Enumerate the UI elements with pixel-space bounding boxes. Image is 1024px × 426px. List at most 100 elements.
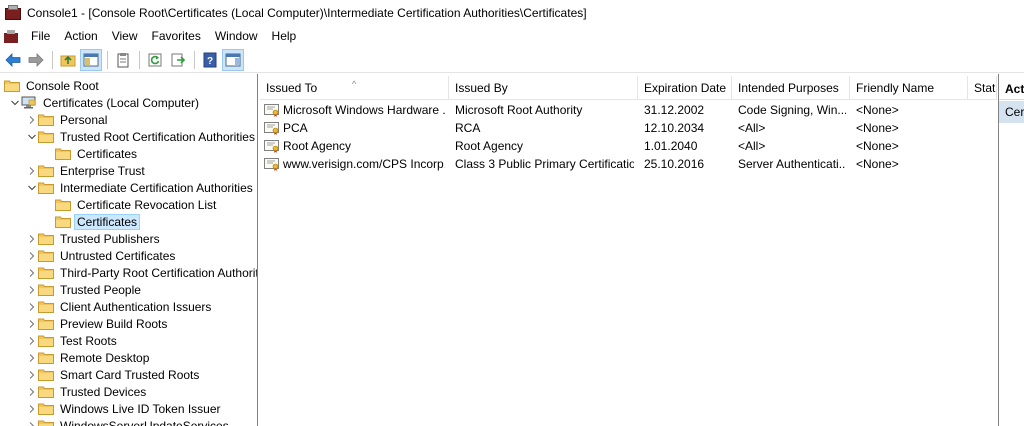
refresh-button[interactable] [144, 49, 166, 71]
chevron-right-icon[interactable] [26, 301, 38, 313]
window-title: Console1 - [Console Root\Certificates (L… [27, 6, 587, 20]
menu-favorites[interactable]: Favorites [145, 26, 208, 47]
tree-item-trusted-publishers[interactable]: Trusted Publishers [26, 230, 162, 247]
toolbar-separator [194, 50, 195, 69]
chevron-down-icon[interactable] [9, 97, 21, 109]
column-header-label: Intended Purposes [738, 81, 839, 95]
cell-text: Code Signing, Win... [738, 103, 846, 117]
console-tree: Console Root Certificates (Local Computer… [0, 74, 258, 426]
tree-item-label: Certificates [77, 146, 138, 161]
toolbar-separator [52, 50, 53, 69]
column-header-issued-to[interactable]: Issued To ^ [260, 76, 449, 100]
help-button[interactable]: ? [199, 49, 221, 71]
export-list-button[interactable] [167, 49, 189, 71]
chevron-right-icon[interactable] [26, 386, 38, 398]
show-hide-action-pane-button[interactable] [222, 48, 244, 71]
tree-item-trusted-devices[interactable]: Trusted Devices [26, 383, 148, 400]
chevron-right-icon[interactable] [26, 284, 38, 296]
folder-icon [38, 385, 54, 398]
cell-intended-purposes: Code Signing, Win... [738, 101, 846, 119]
chevron-right-icon[interactable] [26, 250, 38, 262]
tree-item-enterprise-trust[interactable]: Enterprise Trust [26, 162, 147, 179]
show-hide-console-tree-button[interactable] [80, 48, 102, 71]
menu-bar: File Action View Favorites Window Help [0, 26, 1024, 47]
chevron-right-icon[interactable] [26, 335, 38, 347]
tree-item-client-authentication-issuers[interactable]: Client Authentication Issuers [26, 298, 213, 315]
tree-item-label: Certificates (Local Computer) [43, 95, 200, 110]
action-pane-certificates-item[interactable]: Cer [999, 101, 1024, 123]
chevron-right-icon[interactable] [26, 318, 38, 330]
cell-issued-by: Root Agency [455, 137, 634, 155]
menu-file[interactable]: File [24, 26, 57, 47]
tree-item-trusted-root-certification-authorities[interactable]: Trusted Root Certification Authorities [26, 128, 257, 145]
back-button[interactable] [2, 49, 24, 71]
toolbar-separator [139, 50, 140, 69]
tree-item-certificate-revocation-list[interactable]: Certificate Revocation List [43, 196, 218, 213]
tree-item-windows-live-id-token-issuer[interactable]: Windows Live ID Token Issuer [26, 400, 223, 417]
tree-item-intermediate-certification-authorities[interactable]: Intermediate Certification Authorities [26, 179, 255, 196]
tree-item-personal[interactable]: Personal [26, 111, 109, 128]
menu-window[interactable]: Window [208, 26, 265, 47]
chevron-down-icon[interactable] [26, 182, 38, 194]
tree-item-smart-card-trusted-roots[interactable]: Smart Card Trusted Roots [26, 366, 201, 383]
table-row[interactable]: Root Agency Root Agency 1.01.2040 <All> <Non… [260, 137, 997, 155]
tree-item-third-party-root-certification-authoriti[interactable]: Third-Party Root Certification Authoriti [26, 264, 257, 281]
sort-ascending-icon: ^ [352, 79, 357, 89]
cell-expiration-date: 1.01.2040 [644, 137, 728, 155]
properties-button[interactable] [112, 49, 134, 71]
tree-item-certificates[interactable]: Certificates [43, 145, 139, 162]
menu-action[interactable]: Action [57, 26, 104, 47]
tree-item-preview-build-roots[interactable]: Preview Build Roots [26, 315, 169, 332]
table-row[interactable]: PCA RCA 12.10.2034 <All> <None> [260, 119, 997, 137]
column-header-stat[interactable]: Stat [968, 76, 997, 100]
column-header-issued-by[interactable]: Issued By [449, 76, 638, 100]
cell-stat [974, 155, 993, 173]
tree-item-certificates[interactable]: Certificates [43, 213, 141, 230]
system-menu-icon[interactable] [4, 29, 18, 44]
cell-text: RCA [455, 121, 481, 135]
tree-item-remote-desktop[interactable]: Remote Desktop [26, 349, 151, 366]
column-header-intended-purposes[interactable]: Intended Purposes [732, 76, 850, 100]
cell-issued-by: Microsoft Root Authority [455, 101, 634, 119]
cell-text: PCA [283, 121, 308, 135]
tree-item-certificates-local-computer[interactable]: Certificates (Local Computer) [9, 94, 201, 111]
chevron-right-icon[interactable] [26, 403, 38, 415]
properties-icon [117, 52, 129, 67]
toolbar-separator [107, 50, 108, 69]
chevron-right-icon[interactable] [26, 114, 38, 126]
cell-text: Class 3 Public Primary Certificatio... [455, 157, 634, 171]
chevron-right-icon[interactable] [26, 267, 38, 279]
folder-icon [38, 334, 54, 347]
chevron-right-icon[interactable] [26, 165, 38, 177]
cell-issued-to: PCA [264, 119, 445, 137]
column-header-expiration-date[interactable]: Expiration Date [638, 76, 732, 100]
column-header-friendly-name[interactable]: Friendly Name [850, 76, 968, 100]
forward-button[interactable] [25, 49, 47, 71]
up-one-level-button[interactable] [57, 49, 79, 71]
tree-item-test-roots[interactable]: Test Roots [26, 332, 119, 349]
chevron-right-icon[interactable] [26, 369, 38, 381]
menu-view[interactable]: View [105, 26, 145, 47]
tree-item-windowsserverupdateservices[interactable]: WindowsServerUpdateServices [26, 417, 231, 426]
certificate-icon [264, 103, 280, 117]
folder-icon [38, 300, 54, 313]
cell-friendly-name: <None> [856, 137, 964, 155]
menu-help[interactable]: Help [265, 26, 304, 47]
chevron-down-icon[interactable] [26, 131, 38, 143]
table-row[interactable]: Microsoft Windows Hardware ... Microsoft … [260, 101, 997, 119]
chevron-right-icon[interactable] [26, 352, 38, 364]
folder-icon [38, 130, 54, 143]
chevron-right-icon[interactable] [26, 420, 38, 426]
folder-icon [38, 266, 54, 279]
chevron-right-icon[interactable] [26, 233, 38, 245]
table-row[interactable]: www.verisign.com/CPS Incorp.... Class 3 P… [260, 155, 997, 173]
column-header-label: Expiration Date [644, 81, 727, 95]
folder-icon [38, 317, 54, 330]
tree-item-trusted-people[interactable]: Trusted People [26, 281, 143, 298]
certificate-icon [264, 139, 280, 153]
tree-item-console-root[interactable]: Console Root [4, 77, 101, 94]
tree-item-untrusted-certificates[interactable]: Untrusted Certificates [26, 247, 177, 264]
folder-icon [55, 215, 71, 228]
